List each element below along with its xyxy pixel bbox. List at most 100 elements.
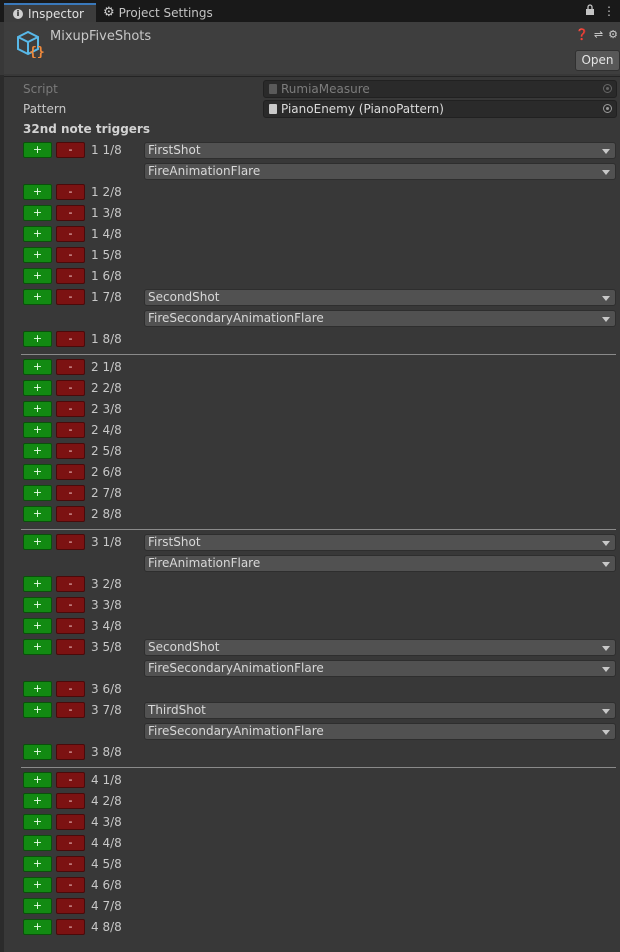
remove-trigger-button[interactable]: - [56, 226, 85, 242]
add-trigger-button[interactable]: + [23, 639, 52, 655]
add-trigger-button[interactable]: + [23, 226, 52, 242]
action-dropdown[interactable]: SecondShot [144, 639, 616, 656]
beat-label: 2 7/8 [91, 486, 122, 500]
add-trigger-button[interactable]: + [23, 247, 52, 263]
remove-trigger-button[interactable]: - [56, 919, 85, 935]
pattern-field[interactable]: PianoEnemy (PianoPattern) [263, 100, 617, 118]
settings-gear-icon[interactable]: ⚙ [608, 28, 618, 41]
beat-label: 4 3/8 [91, 815, 122, 829]
action-dropdown[interactable]: FireSecondaryAnimationFlare [144, 660, 616, 677]
remove-trigger-button[interactable]: - [56, 464, 85, 480]
add-trigger-button[interactable]: + [23, 856, 52, 872]
help-icon[interactable]: ❓ [575, 28, 589, 41]
kebab-menu-icon[interactable]: ⋮ [603, 4, 615, 18]
remove-trigger-button[interactable]: - [56, 772, 85, 788]
open-button[interactable]: Open [575, 50, 620, 71]
beat-label: 2 1/8 [91, 360, 122, 374]
action-dropdown-value: SecondShot [148, 290, 220, 304]
beat-label: 3 8/8 [91, 745, 122, 759]
beat-label: 3 1/8 [91, 535, 122, 549]
remove-trigger-button[interactable]: - [56, 814, 85, 830]
remove-trigger-button[interactable]: - [56, 877, 85, 893]
add-trigger-button[interactable]: + [23, 268, 52, 284]
action-dropdown[interactable]: ThirdShot [144, 702, 616, 719]
add-trigger-button[interactable]: + [23, 331, 52, 347]
remove-trigger-button[interactable]: - [56, 142, 85, 158]
add-trigger-button[interactable]: + [23, 618, 52, 634]
add-trigger-button[interactable]: + [23, 702, 52, 718]
remove-trigger-button[interactable]: - [56, 639, 85, 655]
remove-trigger-button[interactable]: - [56, 702, 85, 718]
tab-inspector[interactable]: i Inspector [4, 3, 96, 22]
beat-label: 2 6/8 [91, 465, 122, 479]
add-trigger-button[interactable]: + [23, 772, 52, 788]
remove-trigger-button[interactable]: - [56, 506, 85, 522]
preset-sliders-icon[interactable]: ⇌ [594, 28, 603, 41]
remove-trigger-button[interactable]: - [56, 597, 85, 613]
action-dropdown[interactable]: FireSecondaryAnimationFlare [144, 723, 616, 740]
remove-trigger-button[interactable]: - [56, 247, 85, 263]
dropdown-arrow-icon [602, 317, 610, 322]
add-trigger-button[interactable]: + [23, 898, 52, 914]
add-trigger-button[interactable]: + [23, 506, 52, 522]
remove-trigger-button[interactable]: - [56, 359, 85, 375]
add-trigger-button[interactable]: + [23, 877, 52, 893]
add-trigger-button[interactable]: + [23, 184, 52, 200]
remove-trigger-button[interactable]: - [56, 380, 85, 396]
dropdown-arrow-icon [602, 296, 610, 301]
add-trigger-button[interactable]: + [23, 205, 52, 221]
add-trigger-button[interactable]: + [23, 681, 52, 697]
add-trigger-button[interactable]: + [23, 534, 52, 550]
dropdown-arrow-icon [602, 646, 610, 651]
remove-trigger-button[interactable]: - [56, 268, 85, 284]
add-trigger-button[interactable]: + [23, 443, 52, 459]
remove-trigger-button[interactable]: - [56, 401, 85, 417]
action-dropdown[interactable]: FireAnimationFlare [144, 163, 616, 180]
action-dropdown[interactable]: SecondShot [144, 289, 616, 306]
action-dropdown[interactable]: FirstShot [144, 534, 616, 551]
measure-divider [21, 529, 616, 530]
add-trigger-button[interactable]: + [23, 401, 52, 417]
action-dropdown-value: FirstShot [148, 535, 201, 549]
remove-trigger-button[interactable]: - [56, 422, 85, 438]
remove-trigger-button[interactable]: - [56, 898, 85, 914]
remove-trigger-button[interactable]: - [56, 485, 85, 501]
remove-trigger-button[interactable]: - [56, 835, 85, 851]
svg-text:{}: {} [29, 45, 44, 58]
object-picker-icon[interactable] [603, 104, 612, 113]
remove-trigger-button[interactable]: - [56, 681, 85, 697]
remove-trigger-button[interactable]: - [56, 289, 85, 305]
add-trigger-button[interactable]: + [23, 814, 52, 830]
remove-trigger-button[interactable]: - [56, 856, 85, 872]
add-trigger-button[interactable]: + [23, 359, 52, 375]
add-trigger-button[interactable]: + [23, 744, 52, 760]
action-dropdown[interactable]: FireSecondaryAnimationFlare [144, 310, 616, 327]
remove-trigger-button[interactable]: - [56, 793, 85, 809]
add-trigger-button[interactable]: + [23, 597, 52, 613]
tab-project-settings[interactable]: ⚙ Project Settings [103, 3, 213, 22]
action-dropdown[interactable]: FirstShot [144, 142, 616, 159]
add-trigger-button[interactable]: + [23, 576, 52, 592]
add-trigger-button[interactable]: + [23, 142, 52, 158]
remove-trigger-button[interactable]: - [56, 744, 85, 760]
remove-trigger-button[interactable]: - [56, 205, 85, 221]
remove-trigger-button[interactable]: - [56, 576, 85, 592]
remove-trigger-button[interactable]: - [56, 331, 85, 347]
add-trigger-button[interactable]: + [23, 422, 52, 438]
beat-label: 3 2/8 [91, 577, 122, 591]
beat-label: 4 4/8 [91, 836, 122, 850]
add-trigger-button[interactable]: + [23, 485, 52, 501]
add-trigger-button[interactable]: + [23, 380, 52, 396]
action-dropdown[interactable]: FireAnimationFlare [144, 555, 616, 572]
remove-trigger-button[interactable]: - [56, 443, 85, 459]
remove-trigger-button[interactable]: - [56, 184, 85, 200]
add-trigger-button[interactable]: + [23, 793, 52, 809]
remove-trigger-button[interactable]: - [56, 618, 85, 634]
lock-icon[interactable] [585, 4, 595, 18]
add-trigger-button[interactable]: + [23, 289, 52, 305]
beat-label: 2 8/8 [91, 507, 122, 521]
add-trigger-button[interactable]: + [23, 919, 52, 935]
remove-trigger-button[interactable]: - [56, 534, 85, 550]
add-trigger-button[interactable]: + [23, 464, 52, 480]
add-trigger-button[interactable]: + [23, 835, 52, 851]
